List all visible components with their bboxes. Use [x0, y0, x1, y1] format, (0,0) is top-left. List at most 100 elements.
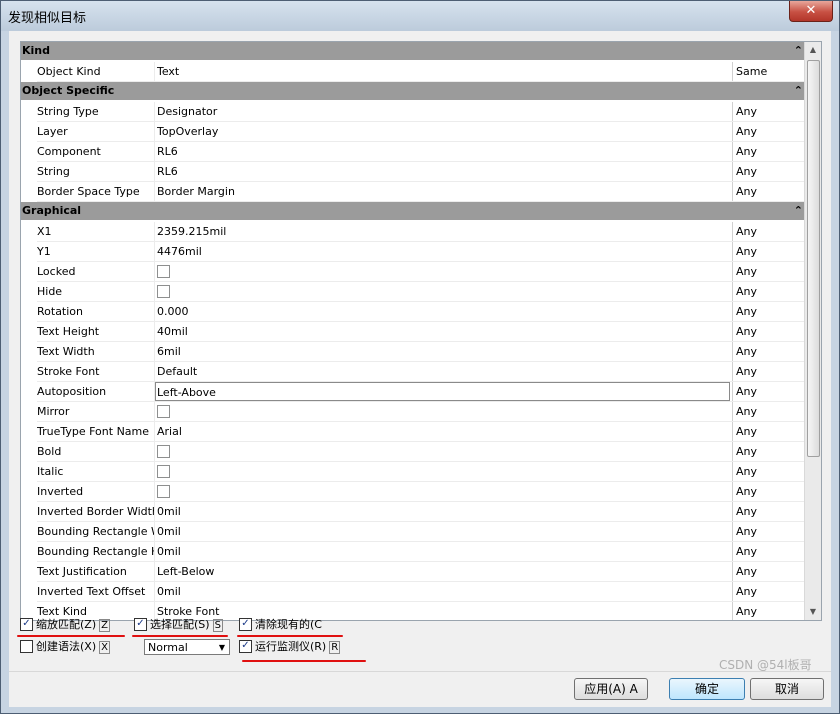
- match-mode[interactable]: Any: [736, 362, 805, 381]
- match-mode[interactable]: Any: [736, 122, 805, 141]
- property-value[interactable]: 0mil: [157, 542, 732, 561]
- collapse-chevron-icon[interactable]: ⌃: [794, 82, 803, 100]
- match-mode[interactable]: Any: [736, 242, 805, 261]
- run-inspector-checkbox[interactable]: ✓: [239, 639, 252, 653]
- create-expression-checkbox[interactable]: [20, 639, 33, 653]
- match-mode[interactable]: Any: [736, 302, 805, 321]
- match-mode[interactable]: Any: [736, 522, 805, 541]
- match-mode[interactable]: Any: [736, 182, 805, 201]
- property-value[interactable]: 2359.215mil: [157, 222, 732, 241]
- match-mode[interactable]: Any: [736, 262, 805, 281]
- zoom-matching-option[interactable]: ✓ 缩放匹配(Z) Z: [20, 617, 110, 633]
- property-row[interactable]: Mirror Any: [21, 402, 805, 422]
- match-mode[interactable]: Same: [736, 62, 805, 81]
- category-header-kind[interactable]: Kind ⌃: [21, 42, 805, 60]
- match-mode[interactable]: Any: [736, 282, 805, 301]
- match-mode[interactable]: Any: [736, 462, 805, 481]
- property-row[interactable]: Text Height 40mil Any: [21, 322, 805, 342]
- property-value[interactable]: 0.000: [157, 302, 732, 321]
- property-row[interactable]: Text Justification Left-Below Any: [21, 562, 805, 582]
- select-matching-option[interactable]: ✓ 选择匹配(S) S: [134, 617, 223, 633]
- property-value[interactable]: RL6: [157, 162, 732, 181]
- property-row[interactable]: Italic Any: [21, 462, 805, 482]
- zoom-matching-checkbox[interactable]: ✓: [20, 617, 33, 631]
- match-mode[interactable]: Any: [736, 162, 805, 181]
- property-row[interactable]: Text Width 6mil Any: [21, 342, 805, 362]
- property-row[interactable]: Component RL6 Any: [21, 142, 805, 162]
- property-value[interactable]: Arial: [157, 422, 732, 441]
- property-row[interactable]: Bounding Rectangle W 0mil Any: [21, 522, 805, 542]
- property-value-checkbox[interactable]: [157, 482, 732, 501]
- property-row[interactable]: String Type Designator Any: [21, 102, 805, 122]
- clear-existing-checkbox[interactable]: ✓: [239, 617, 252, 631]
- property-row[interactable]: Inverted Text Offset 0mil Any: [21, 582, 805, 602]
- checkbox-icon[interactable]: [157, 404, 170, 418]
- select-matching-checkbox[interactable]: ✓: [134, 617, 147, 631]
- property-value[interactable]: Border Margin: [157, 182, 732, 201]
- property-value[interactable]: 0mil: [157, 522, 732, 541]
- property-row[interactable]: Inverted Any: [21, 482, 805, 502]
- cancel-button[interactable]: 取消: [750, 678, 824, 700]
- run-inspector-option[interactable]: ✓ 运行监测仪(R) R: [239, 639, 341, 655]
- match-mode[interactable]: Any: [736, 542, 805, 561]
- property-value[interactable]: 6mil: [157, 342, 732, 361]
- property-value[interactable]: Left-Above: [155, 382, 730, 401]
- mask-mode-select[interactable]: Normal ▼: [144, 639, 230, 655]
- property-value[interactable]: Designator: [157, 102, 732, 121]
- checkbox-icon[interactable]: [157, 464, 170, 478]
- match-mode[interactable]: Any: [736, 382, 805, 401]
- match-mode[interactable]: Any: [736, 142, 805, 161]
- property-value[interactable]: 40mil: [157, 322, 732, 341]
- category-header-graphical[interactable]: Graphical ⌃: [21, 202, 805, 220]
- property-row[interactable]: Hide Any: [21, 282, 805, 302]
- checkbox-icon[interactable]: [157, 284, 170, 298]
- match-mode[interactable]: Any: [736, 402, 805, 421]
- property-row[interactable]: Object Kind Text Same: [21, 62, 805, 82]
- match-mode[interactable]: Any: [736, 582, 805, 601]
- property-row[interactable]: Autoposition Left-Above Any: [21, 382, 805, 402]
- checkbox-icon[interactable]: [157, 484, 170, 498]
- apply-button[interactable]: 应用(A) A: [574, 678, 648, 700]
- property-value[interactable]: Text: [157, 62, 732, 81]
- property-row[interactable]: Rotation 0.000 Any: [21, 302, 805, 322]
- scroll-down-icon[interactable]: ▼: [805, 604, 821, 620]
- property-value[interactable]: TopOverlay: [157, 122, 732, 141]
- match-mode[interactable]: Any: [736, 442, 805, 461]
- property-value-checkbox[interactable]: [157, 442, 732, 461]
- ok-button[interactable]: 确定: [669, 678, 745, 700]
- create-expression-option[interactable]: 创建语法(X) X: [20, 639, 110, 655]
- match-mode[interactable]: Any: [736, 482, 805, 501]
- checkbox-icon[interactable]: [157, 444, 170, 458]
- property-row[interactable]: Stroke Font Default Any: [21, 362, 805, 382]
- match-mode[interactable]: Any: [736, 422, 805, 441]
- collapse-chevron-icon[interactable]: ⌃: [794, 42, 803, 60]
- clear-existing-option[interactable]: ✓ 清除现有的(C: [239, 617, 322, 633]
- property-row[interactable]: String RL6 Any: [21, 162, 805, 182]
- property-value-checkbox[interactable]: [157, 402, 732, 421]
- checkbox-icon[interactable]: [157, 264, 170, 278]
- property-row[interactable]: TrueType Font Name Arial Any: [21, 422, 805, 442]
- scroll-up-icon[interactable]: ▲: [805, 42, 821, 58]
- property-row[interactable]: Locked Any: [21, 262, 805, 282]
- property-value-checkbox[interactable]: [157, 282, 732, 301]
- property-value[interactable]: 0mil: [157, 582, 732, 601]
- close-button[interactable]: ✕: [789, 1, 833, 22]
- match-mode[interactable]: Any: [736, 602, 805, 620]
- property-row[interactable]: Layer TopOverlay Any: [21, 122, 805, 142]
- scroll-thumb[interactable]: [807, 60, 820, 457]
- collapse-chevron-icon[interactable]: ⌃: [794, 202, 803, 220]
- property-row[interactable]: X1 2359.215mil Any: [21, 222, 805, 242]
- property-row[interactable]: Border Space Type Border Margin Any: [21, 182, 805, 202]
- property-row[interactable]: Bounding Rectangle H 0mil Any: [21, 542, 805, 562]
- match-mode[interactable]: Any: [736, 102, 805, 121]
- match-mode[interactable]: Any: [736, 322, 805, 341]
- property-row[interactable]: Y1 4476mil Any: [21, 242, 805, 262]
- property-value[interactable]: 4476mil: [157, 242, 732, 261]
- vertical-scrollbar[interactable]: ▲ ▼: [804, 42, 821, 620]
- property-value[interactable]: Default: [157, 362, 732, 381]
- property-value[interactable]: 0mil: [157, 502, 732, 521]
- property-value[interactable]: Left-Below: [157, 562, 732, 581]
- match-mode[interactable]: Any: [736, 342, 805, 361]
- property-value-checkbox[interactable]: [157, 262, 732, 281]
- property-value-checkbox[interactable]: [157, 462, 732, 481]
